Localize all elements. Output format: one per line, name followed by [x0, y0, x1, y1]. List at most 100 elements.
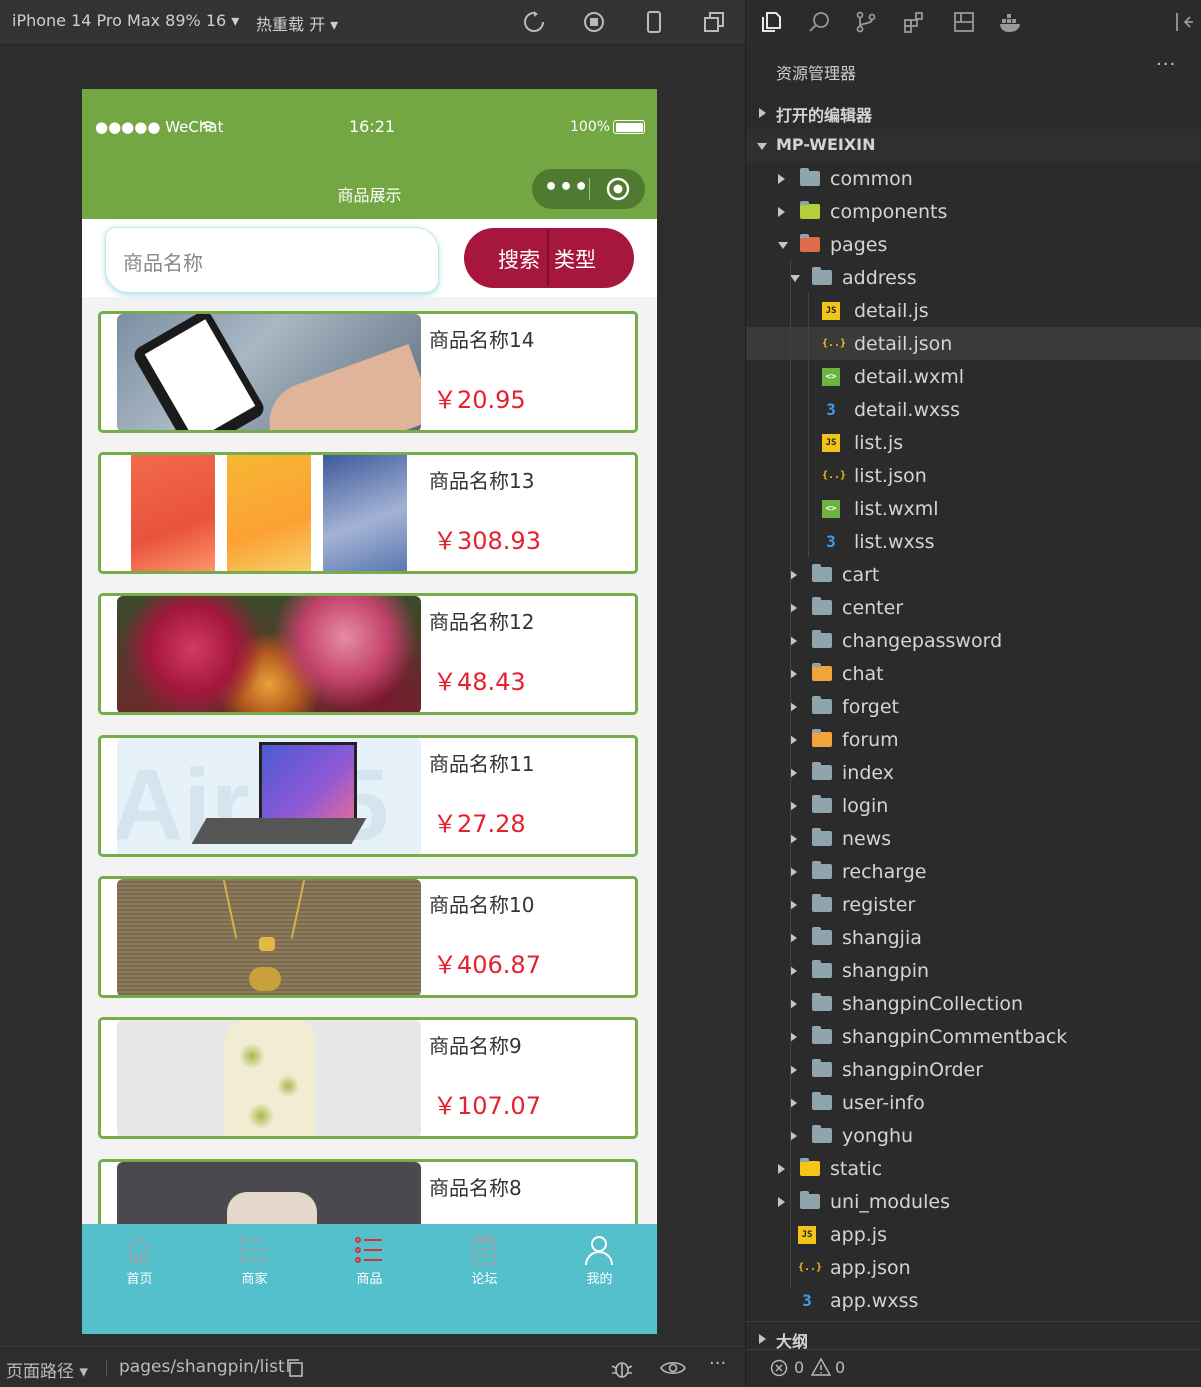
chevron-right-icon [778, 174, 785, 184]
tree-file-list.js[interactable]: JS list.js [746, 426, 1201, 459]
tree-folder-forum[interactable]: forum [746, 723, 1201, 756]
tree-folder-common[interactable]: common [746, 162, 1201, 195]
docker-icon[interactable] [998, 10, 1024, 34]
tree-file-detail.wxml[interactable]: <> detail.wxml [746, 360, 1201, 393]
chevron-right-icon [778, 1197, 785, 1207]
tree-file-app.json[interactable]: {..} app.json [746, 1251, 1201, 1284]
folder-icon [812, 861, 832, 879]
folder-icon [800, 201, 820, 219]
tree-file-detail.js[interactable]: JS detail.js [746, 294, 1201, 327]
tree-item-label: cart [842, 564, 880, 586]
collapse-panel-icon[interactable] [1172, 10, 1196, 34]
tree-file-detail.json[interactable]: {..} detail.json [746, 327, 1201, 360]
folder-icon [812, 993, 832, 1011]
product-name: 商品名称14 [429, 328, 535, 352]
wifi-icon [200, 121, 216, 132]
phone-icon[interactable] [642, 10, 666, 34]
search-button[interactable]: 搜索 [498, 244, 540, 274]
tree-folder-register[interactable]: register [746, 888, 1201, 921]
tree-item-label: shangpinCommentback [842, 1026, 1068, 1048]
tree-file-list.wxml[interactable]: <> list.wxml [746, 492, 1201, 525]
search-placeholder: 商品名称 [123, 251, 203, 275]
css-file-icon: 3 [826, 532, 836, 551]
indent-guide [790, 260, 791, 1288]
tree-folder-user-info[interactable]: user-info [746, 1086, 1201, 1119]
more-actions-icon[interactable]: ··· [1156, 54, 1176, 75]
tree-file-detail.wxss[interactable]: 3 detail.wxss [746, 393, 1201, 426]
product-card[interactable]: 商品名称14 ￥20.95 [98, 311, 638, 433]
tree-file-app.js[interactable]: JS app.js [746, 1218, 1201, 1251]
tree-item-label: common [830, 168, 913, 190]
tree-item-label: app.wxss [830, 1290, 919, 1312]
tree-folder-static[interactable]: static [746, 1152, 1201, 1185]
tree-file-list.json[interactable]: {..} list.json [746, 459, 1201, 492]
layout-icon[interactable] [952, 10, 976, 34]
tree-folder-shangpinCommentback[interactable]: shangpinCommentback [746, 1020, 1201, 1053]
tree-item-label: register [842, 894, 916, 916]
tree-file-app.wxss[interactable]: 3 app.wxss [746, 1284, 1201, 1317]
files-icon[interactable] [759, 10, 783, 34]
menu-capsule[interactable]: ••• [532, 169, 645, 209]
tree-folder-shangpin[interactable]: shangpin [746, 954, 1201, 987]
tree-folder-chat[interactable]: chat [746, 657, 1201, 690]
refresh-icon[interactable] [522, 10, 546, 34]
copy-icon[interactable] [286, 1359, 304, 1377]
bug-icon[interactable] [610, 1357, 634, 1379]
folder-icon [812, 1026, 832, 1044]
tree-folder-center[interactable]: center [746, 591, 1201, 624]
tree-folder-uni_modules[interactable]: uni_modules [746, 1185, 1201, 1218]
hotreload-toggle[interactable]: 热重载 开 ▾ [256, 11, 338, 35]
search-input[interactable]: 商品名称 [105, 227, 439, 293]
extensions-icon[interactable] [902, 10, 926, 34]
eye-icon[interactable] [660, 1360, 686, 1376]
device-select[interactable]: iPhone 14 Pro Max 89% 16 ▾ [12, 11, 239, 30]
problems-bar[interactable]: 0 0 [746, 1349, 1201, 1387]
tab-mine[interactable]: 我的 [542, 1224, 657, 1304]
section-open-editors[interactable]: 打开的编辑器 [746, 96, 1201, 129]
tree-item-label: center [842, 597, 904, 619]
product-card[interactable]: 商品名称12 ￥48.43 [98, 593, 638, 715]
popout-icon[interactable] [702, 10, 726, 34]
tree-folder-shangjia[interactable]: shangjia [746, 921, 1201, 954]
tree-folder-components[interactable]: components [746, 195, 1201, 228]
chevron-right-icon [790, 834, 797, 844]
tab-home[interactable]: 首页 [82, 1224, 197, 1304]
tree-folder-forget[interactable]: forget [746, 690, 1201, 723]
product-image: Air 15 [117, 738, 421, 854]
chevron-right-icon [790, 1098, 797, 1108]
tree-file-list.wxss[interactable]: 3 list.wxss [746, 525, 1201, 558]
more-icon[interactable]: ··· [709, 1353, 726, 1374]
product-card[interactable]: 商品名称13 ￥308.93 [98, 452, 638, 574]
page-path-label[interactable]: 页面路径 ▾ [6, 1357, 88, 1382]
tree-folder-changepassword[interactable]: changepassword [746, 624, 1201, 657]
tab-forum[interactable]: 论坛 [427, 1224, 542, 1304]
tree-item-label: yonghu [842, 1125, 914, 1147]
type-button[interactable]: 类型 [554, 244, 596, 274]
tree-folder-shangpinCollection[interactable]: shangpinCollection [746, 987, 1201, 1020]
tree-folder-index[interactable]: index [746, 756, 1201, 789]
section-project[interactable]: MP-WEIXIN [746, 129, 1201, 162]
git-icon[interactable] [854, 10, 878, 34]
more-icon[interactable]: ••• [544, 175, 589, 200]
tree-folder-shangpinOrder[interactable]: shangpinOrder [746, 1053, 1201, 1086]
folder-icon [812, 267, 832, 285]
tree-folder-address[interactable]: address [746, 261, 1201, 294]
tab-shangjia[interactable]: 商家 [197, 1224, 312, 1304]
tree-folder-login[interactable]: login [746, 789, 1201, 822]
chevron-down-icon [790, 275, 800, 282]
list-icon [355, 1237, 382, 1263]
product-card[interactable]: 商品名称10 ￥406.87 [98, 876, 638, 998]
stop-icon[interactable] [582, 10, 606, 34]
close-miniapp-icon[interactable] [606, 177, 630, 201]
simulator-toolbar: iPhone 14 Pro Max 89% 16 ▾ 热重载 开 ▾ [0, 0, 745, 45]
tree-folder-news[interactable]: news [746, 822, 1201, 855]
tree-folder-pages[interactable]: pages [746, 228, 1201, 261]
product-card[interactable]: 商品名称9 ￥107.07 [98, 1017, 638, 1139]
tree-folder-recharge[interactable]: recharge [746, 855, 1201, 888]
search-type-button[interactable]: 搜索 类型 [464, 228, 634, 288]
tree-folder-yonghu[interactable]: yonghu [746, 1119, 1201, 1152]
tab-shangpin[interactable]: 商品 [312, 1224, 427, 1304]
search-icon[interactable] [807, 10, 831, 34]
product-card[interactable]: Air 15 商品名称11 ￥27.28 [98, 735, 638, 857]
tree-folder-cart[interactable]: cart [746, 558, 1201, 591]
